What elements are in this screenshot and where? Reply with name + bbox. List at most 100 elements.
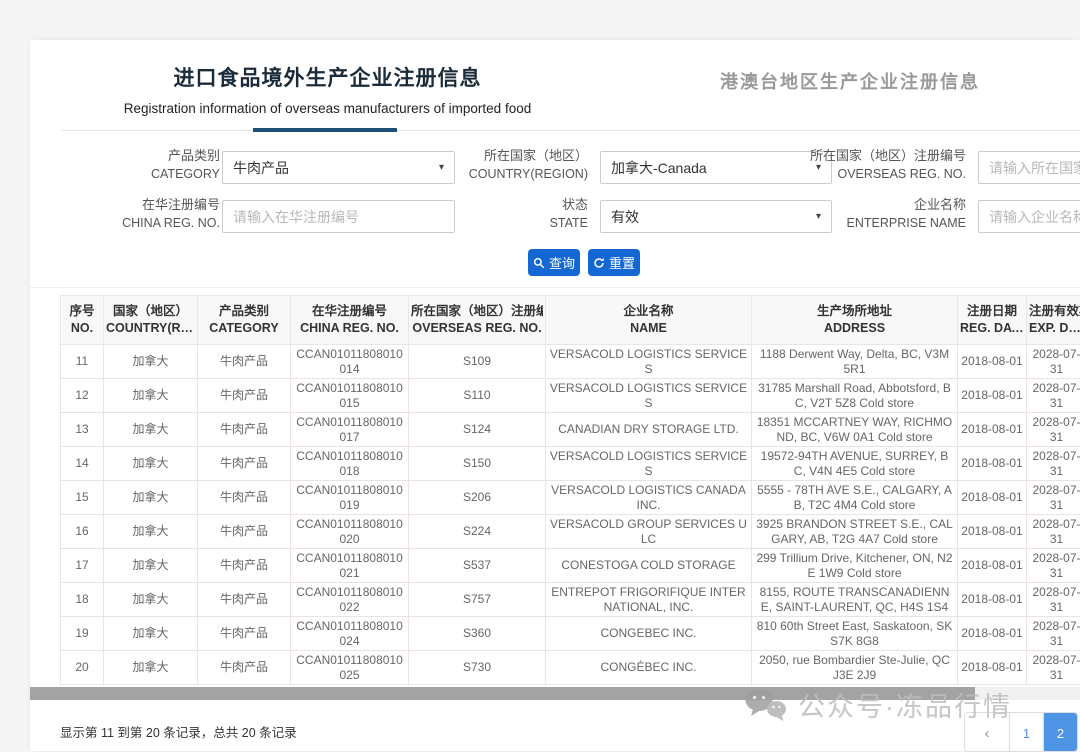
pagination: ‹ 1 2	[964, 712, 1078, 752]
main-panel: 进口食品境外生产企业注册信息 Registration information …	[30, 40, 1080, 751]
cell-country: 加拿大	[104, 379, 198, 413]
cell-overseas-reg-no: S124	[409, 413, 546, 447]
enterprise-name-label: 企业名称 ENTERPRISE NAME	[730, 195, 966, 233]
china-reg-no-label: 在华注册编号 CHINA REG. NO.	[80, 195, 220, 233]
cell-china-reg-no: CCAN01011808010024	[291, 617, 409, 651]
cell-exp-date: 2028-07-31	[1027, 549, 1080, 583]
col-header-name: 企业名称NAME	[546, 296, 752, 345]
cell-category: 牛肉产品	[198, 515, 291, 549]
cell-address: 299 Trillium Drive, Kitchener, ON, N2E 1…	[752, 549, 958, 583]
cell-overseas-reg-no: S110	[409, 379, 546, 413]
cell-category: 牛肉产品	[198, 617, 291, 651]
cell-china-reg-no: CCAN01011808010018	[291, 447, 409, 481]
col-header-category: 产品类别CATEGORY	[198, 296, 291, 345]
cell-china-reg-no: CCAN01011808010020	[291, 515, 409, 549]
cell-no: 20	[61, 651, 104, 685]
cell-china-reg-no: CCAN01011808010017	[291, 413, 409, 447]
table-row[interactable]: 12 加拿大 牛肉产品 CCAN01011808010015 S110 VERS…	[61, 379, 1080, 413]
cell-category: 牛肉产品	[198, 549, 291, 583]
search-button[interactable]: 查询	[528, 249, 580, 276]
cell-name: VERSACOLD LOGISTICS SERVICES	[546, 345, 752, 379]
cell-address: 19572-94TH AVENUE, SURREY, BC, V4N 4E5 C…	[752, 447, 958, 481]
table-row[interactable]: 13 加拿大 牛肉产品 CCAN01011808010017 S124 CANA…	[61, 413, 1080, 447]
pagination-prev-button[interactable]: ‹	[965, 713, 1009, 752]
cell-reg-date: 2018-08-01	[958, 345, 1027, 379]
cell-country: 加拿大	[104, 481, 198, 515]
cell-name: CANADIAN DRY STORAGE LTD.	[546, 413, 752, 447]
cell-overseas-reg-no: S730	[409, 651, 546, 685]
cell-reg-date: 2018-08-01	[958, 379, 1027, 413]
cell-china-reg-no: CCAN01011808010015	[291, 379, 409, 413]
cell-reg-date: 2018-08-01	[958, 617, 1027, 651]
cell-reg-date: 2018-08-01	[958, 515, 1027, 549]
reset-button[interactable]: 重置	[588, 249, 640, 276]
col-header-overseas-reg-no: 所在国家（地区）注册编号OVERSEAS REG. NO.	[409, 296, 546, 345]
cell-country: 加拿大	[104, 345, 198, 379]
cell-name: VERSACOLD LOGISTICS SERVICES	[546, 447, 752, 481]
active-tab-underline	[253, 128, 397, 132]
results-table: 序号NO. 国家（地区）COUNTRY(REGION) 产品类别CATEGORY…	[60, 295, 1080, 685]
cell-category: 牛肉产品	[198, 651, 291, 685]
cell-country: 加拿大	[104, 651, 198, 685]
enterprise-name-input[interactable]	[978, 200, 1080, 233]
pagination-page-2-button[interactable]: 2	[1043, 713, 1077, 752]
cell-overseas-reg-no: S206	[409, 481, 546, 515]
search-icon	[533, 257, 545, 269]
cell-exp-date: 2028-07-31	[1027, 413, 1080, 447]
cell-exp-date: 2028-07-31	[1027, 447, 1080, 481]
cell-name: VERSACOLD GROUP SERVICES ULC	[546, 515, 752, 549]
cell-reg-date: 2018-08-01	[958, 651, 1027, 685]
record-count-summary: 显示第 11 到第 20 条记录，总共 20 条记录	[60, 722, 297, 741]
cell-no: 17	[61, 549, 104, 583]
page-subtitle: Registration information of overseas man…	[95, 101, 560, 116]
cell-exp-date: 2028-07-31	[1027, 481, 1080, 515]
table-row[interactable]: 16 加拿大 牛肉产品 CCAN01011808010020 S224 VERS…	[61, 515, 1080, 549]
cell-no: 11	[61, 345, 104, 379]
pagination-page-1-button[interactable]: 1	[1009, 713, 1043, 752]
cell-overseas-reg-no: S537	[409, 549, 546, 583]
cell-category: 牛肉产品	[198, 583, 291, 617]
cell-china-reg-no: CCAN01011808010014	[291, 345, 409, 379]
horizontal-scrollbar-track	[30, 687, 1080, 700]
cell-reg-date: 2018-08-01	[958, 549, 1027, 583]
cell-no: 13	[61, 413, 104, 447]
table-row[interactable]: 19 加拿大 牛肉产品 CCAN01011808010024 S360 CONG…	[61, 617, 1080, 651]
cell-category: 牛肉产品	[198, 447, 291, 481]
cell-overseas-reg-no: S224	[409, 515, 546, 549]
table-row[interactable]: 14 加拿大 牛肉产品 CCAN01011808010018 S150 VERS…	[61, 447, 1080, 481]
col-header-reg-date: 注册日期REG. DATE	[958, 296, 1027, 345]
cell-name: CONGÉBEC INC.	[546, 651, 752, 685]
cell-exp-date: 2028-07-31	[1027, 379, 1080, 413]
cell-category: 牛肉产品	[198, 481, 291, 515]
cell-exp-date: 2028-07-31	[1027, 515, 1080, 549]
table-row[interactable]: 20 加拿大 牛肉产品 CCAN01011808010025 S730 CONG…	[61, 651, 1080, 685]
cell-name: CONGEBEC INC.	[546, 617, 752, 651]
cell-no: 14	[61, 447, 104, 481]
overseas-reg-no-label: 所在国家（地区）注册编号 OVERSEAS REG. NO.	[730, 146, 966, 184]
cell-country: 加拿大	[104, 583, 198, 617]
table-body: 11 加拿大 牛肉产品 CCAN01011808010014 S109 VERS…	[61, 345, 1080, 685]
cell-overseas-reg-no: S109	[409, 345, 546, 379]
col-header-country: 国家（地区）COUNTRY(REGION)	[104, 296, 198, 345]
cell-reg-date: 2018-08-01	[958, 481, 1027, 515]
cell-reg-date: 2018-08-01	[958, 413, 1027, 447]
table-row[interactable]: 17 加拿大 牛肉产品 CCAN01011808010021 S537 CONE…	[61, 549, 1080, 583]
table-row[interactable]: 18 加拿大 牛肉产品 CCAN01011808010022 S757 ENTR…	[61, 583, 1080, 617]
cell-no: 12	[61, 379, 104, 413]
table-row[interactable]: 15 加拿大 牛肉产品 CCAN01011808010019 S206 VERS…	[61, 481, 1080, 515]
overseas-reg-no-input[interactable]	[978, 151, 1080, 184]
cell-exp-date: 2028-07-31	[1027, 583, 1080, 617]
cell-address: 1188 Derwent Way, Delta, BC, V3M 5R1	[752, 345, 958, 379]
cell-country: 加拿大	[104, 549, 198, 583]
cell-overseas-reg-no: S757	[409, 583, 546, 617]
cell-no: 16	[61, 515, 104, 549]
table-row[interactable]: 11 加拿大 牛肉产品 CCAN01011808010014 S109 VERS…	[61, 345, 1080, 379]
horizontal-scrollbar-thumb[interactable]	[30, 687, 975, 700]
cell-country: 加拿大	[104, 515, 198, 549]
cell-country: 加拿大	[104, 413, 198, 447]
cell-overseas-reg-no: S360	[409, 617, 546, 651]
tab-imported-food-active: 进口食品境外生产企业注册信息 Registration information …	[95, 62, 560, 116]
cell-china-reg-no: CCAN01011808010021	[291, 549, 409, 583]
category-label: 产品类别 CATEGORY	[80, 146, 220, 184]
tab-hk-macao-taiwan[interactable]: 港澳台地区生产企业注册信息	[720, 68, 980, 94]
